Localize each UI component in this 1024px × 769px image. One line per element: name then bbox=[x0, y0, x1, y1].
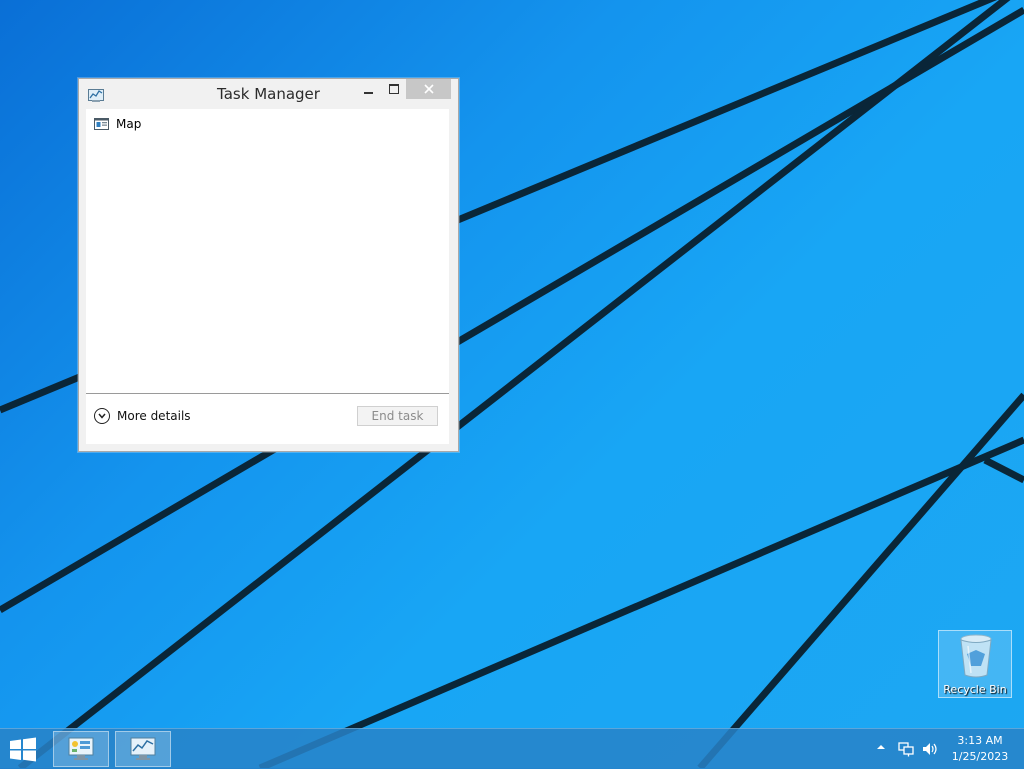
maximize-icon bbox=[389, 84, 399, 94]
task-label: Map bbox=[116, 117, 142, 131]
task-list: Map bbox=[86, 109, 449, 394]
server-manager-icon bbox=[68, 737, 94, 760]
maximize-button[interactable] bbox=[381, 79, 407, 99]
list-item[interactable]: Map bbox=[86, 115, 449, 133]
window-footer: More details End task bbox=[86, 394, 449, 444]
system-clock[interactable]: 3:13 AM 1/25/2023 bbox=[945, 733, 1015, 765]
task-manager-icon bbox=[88, 89, 104, 102]
title-bar[interactable]: Task Manager bbox=[79, 79, 458, 109]
taskbar: 3:13 AM 1/25/2023 bbox=[0, 728, 1024, 769]
recycle-bin-label: Recycle Bin bbox=[943, 683, 1007, 696]
windows-logo-icon[interactable] bbox=[8, 737, 38, 762]
chevron-down-icon bbox=[94, 408, 110, 424]
taskbar-button-task-manager[interactable] bbox=[115, 731, 171, 767]
task-manager-window[interactable]: Task Manager Map More details End task bbox=[78, 78, 459, 452]
volume-icon[interactable] bbox=[922, 741, 940, 757]
network-icon[interactable] bbox=[898, 741, 914, 757]
recycle-bin-shortcut[interactable]: Recycle Bin bbox=[938, 630, 1012, 698]
minimize-icon bbox=[363, 92, 373, 94]
close-button[interactable] bbox=[406, 79, 451, 99]
end-task-button[interactable]: End task bbox=[357, 406, 438, 426]
clock-date: 1/25/2023 bbox=[951, 750, 1009, 763]
minimize-button[interactable] bbox=[355, 79, 381, 99]
clock-time: 3:13 AM bbox=[957, 734, 1003, 747]
app-window-icon bbox=[94, 118, 109, 130]
task-manager-icon bbox=[130, 737, 156, 760]
close-icon bbox=[423, 84, 434, 94]
taskbar-button-server-manager[interactable] bbox=[53, 731, 109, 767]
more-details-toggle[interactable]: More details bbox=[94, 408, 191, 424]
more-details-label: More details bbox=[117, 409, 191, 423]
recycle-bin-icon bbox=[960, 634, 992, 678]
show-hidden-icons-icon[interactable] bbox=[876, 742, 886, 752]
